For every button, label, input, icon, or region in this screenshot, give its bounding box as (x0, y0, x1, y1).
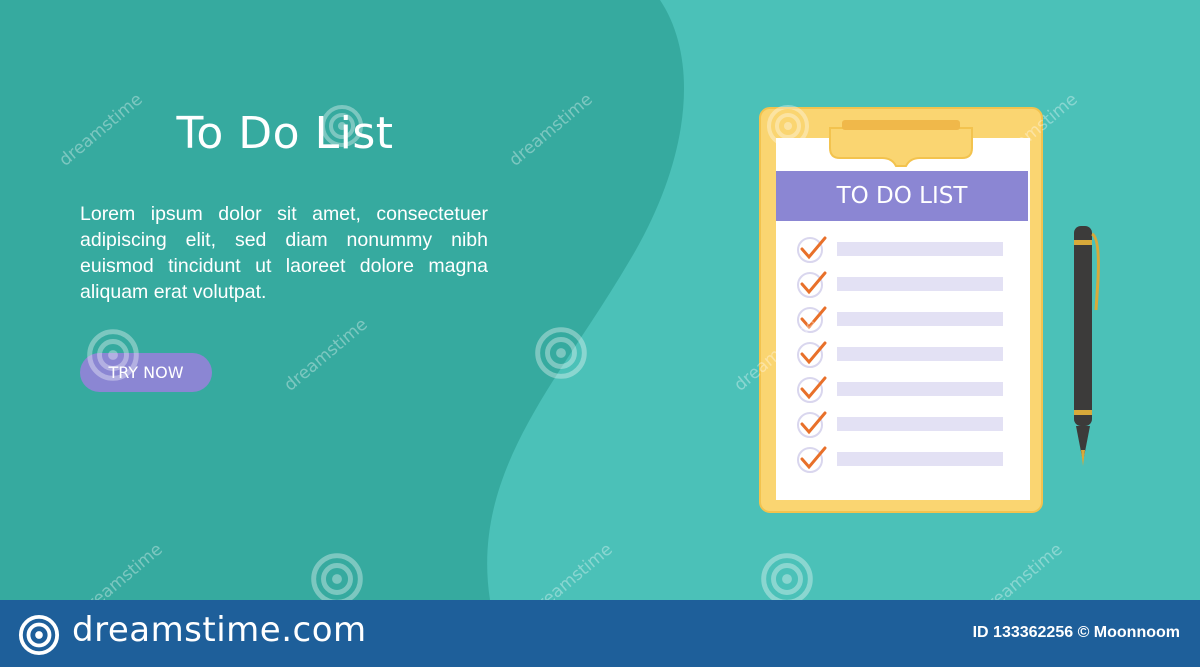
image-credit: ID 133362256 © Moonnoom (972, 624, 1180, 641)
item-placeholder-line (837, 312, 1003, 326)
clipboard-heading: TO DO LIST (836, 183, 968, 209)
hero-title: To Do List (176, 108, 394, 159)
item-placeholder-line (837, 242, 1003, 256)
dreamstime-logo-icon (18, 614, 60, 656)
watermark-spiral-icon (767, 105, 809, 147)
watermark-spiral-icon (761, 553, 813, 605)
item-placeholder-line (837, 417, 1003, 431)
watermark-spiral-icon (535, 327, 587, 379)
item-placeholder-line (837, 277, 1003, 291)
hero-description: Lorem ipsum dolor sit amet, consec­tetue… (80, 203, 488, 303)
pen-icon (1074, 226, 1100, 466)
watermark-spiral-icon (321, 105, 363, 147)
watermark-spiral-icon (311, 553, 363, 605)
footer-brand[interactable]: dreamstime.com (72, 610, 367, 650)
banner-canvas: To Do List Lorem ipsum dolor sit amet, c… (0, 0, 1200, 667)
footer-bar: dreamstime.com ID 133362256 © Moonnoom (0, 600, 1200, 667)
watermark-spiral-icon (87, 329, 139, 381)
clipboard-illustration (759, 107, 1043, 513)
item-placeholder-line (837, 452, 1003, 466)
item-placeholder-line (837, 382, 1003, 396)
item-placeholder-line (837, 347, 1003, 361)
